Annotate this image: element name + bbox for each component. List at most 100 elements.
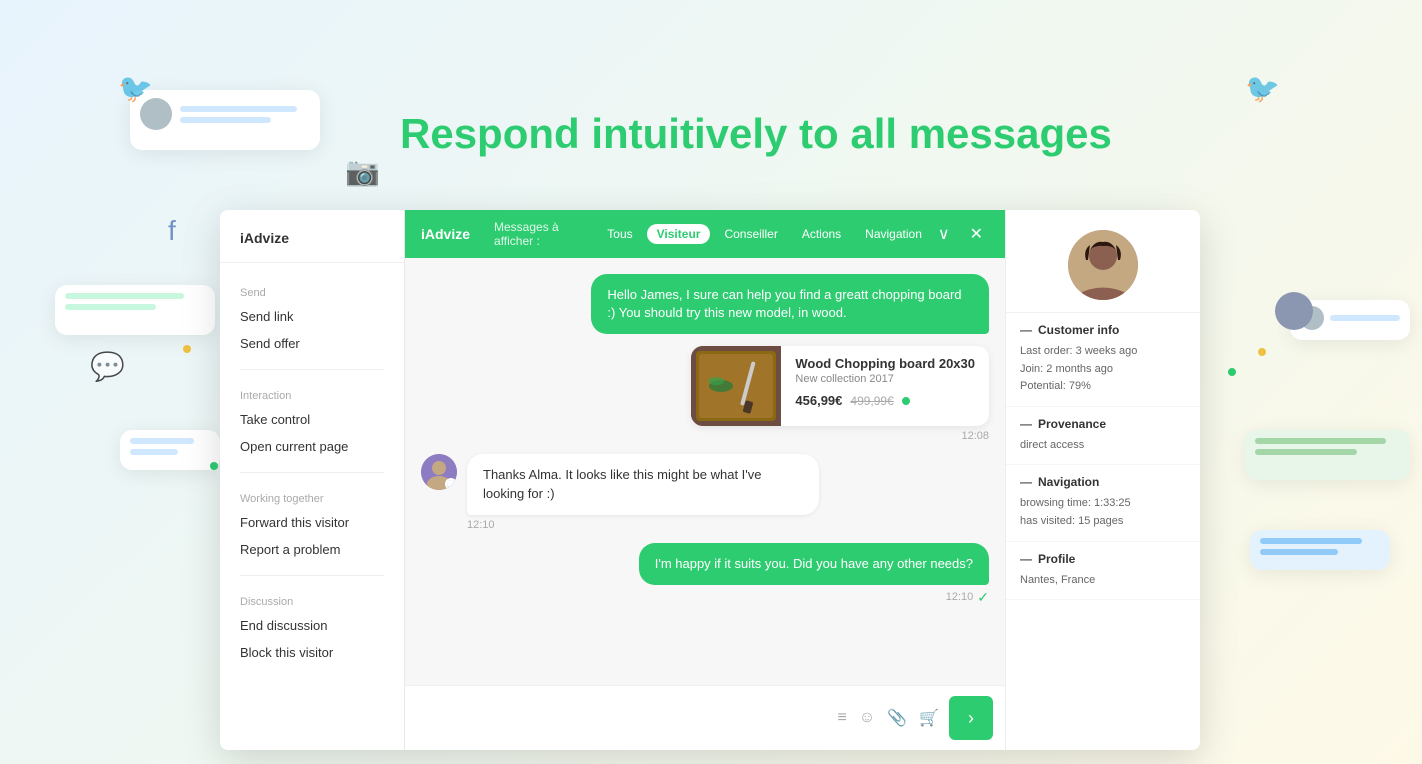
chat-header: iAdvize Messages à afficher : Tous Visit… [405, 210, 1005, 258]
agent-message-1: Hello James, I sure can help you find a … [591, 274, 989, 334]
profile-icon: — [1020, 552, 1032, 566]
profile-location: Nantes, France [1020, 572, 1186, 590]
chat-messages: Hello James, I sure can help you find a … [405, 258, 1005, 685]
product-time: 12:08 [691, 430, 989, 442]
deco-dot-green [210, 462, 218, 470]
last-order: Last order: 3 weeks ago [1020, 343, 1186, 361]
end-discussion-item[interactable]: End discussion [220, 612, 404, 639]
filter-tab-tous[interactable]: Tous [597, 224, 642, 244]
navigation-title: — Navigation [1020, 475, 1186, 489]
cart-tool-button[interactable]: 🛒 [917, 706, 941, 730]
chat-input-area: ≡ ☺ 📎 🛒 › [405, 685, 1005, 750]
divider-2 [240, 472, 384, 473]
product-sub: New collection 2017 [795, 373, 975, 385]
provenance-section: — Provenance direct access [1006, 407, 1200, 466]
browsing-time: browsing time: 1:33:25 [1020, 495, 1186, 513]
deco-card-1 [130, 90, 320, 150]
discussion-section-title: Discussion [220, 588, 404, 612]
product-prices: 456,99€ 499,99€ [795, 393, 975, 408]
provenance-label: Provenance [1038, 417, 1106, 431]
sidebar-menu: iAdvize Send Send link Send offer Intera… [220, 210, 405, 750]
potential: Potential: 79% [1020, 378, 1186, 396]
pages-visited: has visited: 15 pages [1020, 513, 1186, 531]
deco-avatar-right [1275, 292, 1313, 330]
customer-info-section: — Customer info Last order: 3 weeks ago … [1006, 313, 1200, 407]
agent-bubble-2: I'm happy if it suits you. Did you have … [639, 543, 989, 585]
deco-card-4 [1245, 430, 1410, 480]
deco-dot-yellow [183, 345, 191, 353]
customer-avatar-section [1006, 210, 1200, 313]
profile-label: Profile [1038, 552, 1075, 566]
product-card: Wood Chopping board 20x30 New collection… [691, 346, 989, 426]
input-tools: ≡ ☺ 📎 🛒 [835, 706, 941, 730]
deco-card-3 [120, 430, 220, 470]
provenance-icon: — [1020, 417, 1032, 431]
product-name: Wood Chopping board 20x30 [795, 356, 975, 371]
report-problem-item[interactable]: Report a problem [220, 536, 404, 563]
list-tool-button[interactable]: ≡ [835, 707, 848, 729]
minimize-button[interactable]: ∨ [932, 222, 956, 246]
navigation-label: Navigation [1038, 475, 1099, 489]
navigation-section: — Navigation browsing time: 1:33:25 has … [1006, 465, 1200, 541]
customer-info-title: — Customer info [1020, 323, 1186, 337]
customer-info-label: Customer info [1038, 323, 1119, 337]
twitter-icon-1: 🐦 [118, 72, 153, 105]
agent-time-2-text: 12:10 [946, 591, 974, 603]
messages-label: Messages à afficher : [494, 220, 585, 248]
open-current-page-item[interactable]: Open current page [220, 433, 404, 460]
hero-title: Respond intuitively to all messages [400, 110, 1112, 158]
avatar-indicator [445, 478, 457, 490]
price-current: 456,99€ [795, 393, 842, 408]
header-actions: ∨ ✕ [932, 222, 989, 246]
filter-tabs: Tous Visiteur Conseiller Actions Navigat… [597, 224, 932, 244]
emoji-tool-button[interactable]: ☺ [857, 707, 877, 729]
join-date: Join: 2 months ago [1020, 361, 1186, 379]
forward-visitor-item[interactable]: Forward this visitor [220, 509, 404, 536]
agent-time-2: 12:10 ✓ [639, 589, 989, 606]
provenance-title: — Provenance [1020, 417, 1186, 431]
instagram-icon: 📷 [345, 155, 380, 188]
product-details: Wood Chopping board 20x30 New collection… [781, 346, 989, 426]
chat-brand: iAdvize [421, 226, 470, 242]
brand-label: iAdvize [220, 230, 404, 263]
customer-info-icon: — [1020, 323, 1032, 337]
provenance-value: direct access [1020, 437, 1186, 455]
send-link-item[interactable]: Send link [220, 303, 404, 330]
cutting-board-svg [691, 346, 781, 426]
visitor-bubble-1: Thanks Alma. It looks like this might be… [467, 454, 819, 514]
filter-tab-actions[interactable]: Actions [792, 224, 851, 244]
divider-3 [240, 575, 384, 576]
visitor-time-1: 12:10 [467, 519, 819, 531]
customer-avatar [1068, 230, 1138, 300]
filter-tab-conseiller[interactable]: Conseiller [714, 224, 787, 244]
close-button[interactable]: ✕ [964, 222, 989, 246]
visitor-bubble-wrapper: Thanks Alma. It looks like this might be… [467, 454, 819, 530]
send-button[interactable]: › [949, 696, 993, 740]
send-offer-item[interactable]: Send offer [220, 330, 404, 357]
divider-1 [240, 369, 384, 370]
attach-tool-button[interactable]: 📎 [885, 706, 909, 730]
agent-message-2: I'm happy if it suits you. Did you have … [639, 543, 989, 606]
price-dot [902, 397, 910, 405]
price-old: 499,99€ [850, 394, 893, 408]
filter-tab-navigation[interactable]: Navigation [855, 224, 932, 244]
check-icon: ✓ [977, 589, 989, 606]
visitor-message-1: Thanks Alma. It looks like this might be… [421, 454, 819, 530]
whatsapp-icon: 💬 [90, 350, 125, 383]
interaction-section-title: Interaction [220, 382, 404, 406]
deco-dot-green-2 [1228, 368, 1236, 376]
profile-section: — Profile Nantes, France [1006, 542, 1200, 601]
product-card-wrapper: Wood Chopping board 20x30 New collection… [691, 346, 989, 442]
filter-tab-visiteur[interactable]: Visiteur [647, 224, 711, 244]
chat-area: iAdvize Messages à afficher : Tous Visit… [405, 210, 1005, 750]
facebook-icon: f [168, 215, 176, 247]
block-visitor-item[interactable]: Block this visitor [220, 639, 404, 666]
visitor-avatar [421, 454, 457, 490]
customer-avatar-svg [1068, 230, 1138, 300]
deco-card-6 [1250, 530, 1390, 570]
twitter-icon-2: 🐦 [1245, 72, 1280, 105]
take-control-item[interactable]: Take control [220, 406, 404, 433]
chat-input[interactable] [417, 703, 827, 734]
deco-dot-yellow-2 [1258, 348, 1266, 356]
main-chat-window: iAdvize Send Send link Send offer Intera… [220, 210, 1200, 750]
